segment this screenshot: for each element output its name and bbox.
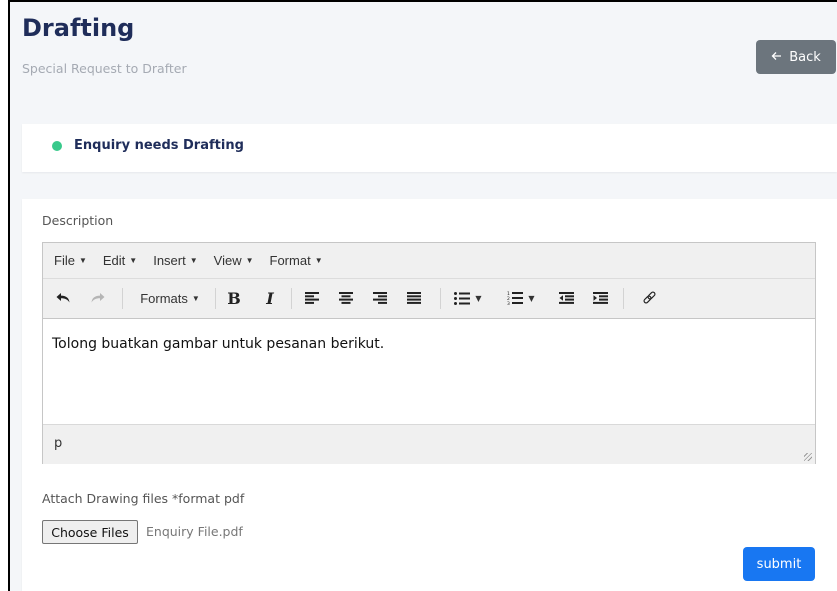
- caret-down-icon: ▼: [78, 256, 87, 265]
- back-button-label: Back: [789, 49, 821, 65]
- drafting-form-card: Description File ▼ Edit ▼ Insert ▼ View ▼ Fo…: [22, 199, 837, 591]
- choose-files-button[interactable]: Choose Files: [42, 520, 138, 544]
- indent-icon[interactable]: [589, 287, 611, 309]
- caret-down-icon: ▼: [245, 256, 254, 265]
- caret-down-icon: ▼: [528, 293, 535, 303]
- caret-down-icon: ▼: [191, 293, 200, 303]
- menu-file[interactable]: File ▼: [43, 253, 95, 268]
- toolbar-separator: [623, 288, 624, 309]
- rich-text-editor: File ▼ Edit ▼ Insert ▼ View ▼ Format ▼ Format…: [42, 242, 816, 464]
- resize-handle-icon[interactable]: [804, 453, 812, 461]
- frame-border-left: [8, 0, 10, 591]
- description-label: Description: [42, 213, 114, 228]
- menu-view[interactable]: View ▼: [206, 253, 262, 268]
- align-right-icon[interactable]: [369, 287, 391, 309]
- menu-format[interactable]: Format ▼: [262, 253, 331, 268]
- status-dot: [52, 141, 62, 151]
- menu-format-label: Format: [269, 253, 311, 268]
- toolbar-separator: [215, 288, 216, 309]
- formats-label: Formats: [140, 290, 188, 306]
- back-button[interactable]: Back: [756, 40, 836, 74]
- bold-icon[interactable]: B: [223, 287, 245, 309]
- status-card: Enquiry needs Drafting: [22, 124, 837, 172]
- redo-icon[interactable]: [87, 287, 109, 309]
- menu-edit[interactable]: Edit ▼: [95, 253, 145, 268]
- editor-toolbar: Formats ▼ B I ▼ 1 2 3 ▼: [43, 279, 815, 319]
- menu-file-label: File: [54, 253, 75, 268]
- numbered-list-icon[interactable]: 123 ▼: [501, 287, 541, 309]
- toolbar-separator: [122, 288, 123, 309]
- editor-text[interactable]: Tolong buatkan gambar untuk pesanan beri…: [52, 336, 384, 352]
- undo-icon[interactable]: [52, 287, 74, 309]
- submit-button[interactable]: submit: [743, 547, 815, 581]
- caret-down-icon: ▼: [189, 256, 198, 265]
- element-path[interactable]: p: [54, 436, 62, 451]
- toolbar-separator: [440, 288, 441, 309]
- svg-text:3: 3: [507, 301, 510, 305]
- menu-edit-label: Edit: [102, 253, 126, 268]
- formats-dropdown[interactable]: Formats ▼: [134, 287, 206, 309]
- caret-down-icon: ▼: [129, 256, 138, 265]
- editor-content[interactable]: Tolong buatkan gambar untuk pesanan beri…: [43, 319, 815, 423]
- editor-statusbar: p: [43, 424, 815, 464]
- italic-icon[interactable]: I: [259, 287, 281, 309]
- align-left-icon[interactable]: [301, 287, 323, 309]
- attach-label: Attach Drawing files *format pdf: [42, 491, 245, 506]
- page-title: Drafting: [22, 14, 135, 42]
- outdent-icon[interactable]: [555, 287, 577, 309]
- toolbar-separator: [291, 288, 292, 309]
- link-icon[interactable]: [638, 287, 660, 309]
- menu-insert-label: Insert: [153, 253, 186, 268]
- menu-insert[interactable]: Insert ▼: [145, 253, 205, 268]
- status-text: Enquiry needs Drafting: [74, 138, 244, 153]
- frame-border-top: [8, 0, 837, 2]
- bullet-list-icon[interactable]: ▼: [448, 287, 488, 309]
- arrow-left-icon: [771, 50, 782, 65]
- align-justify-icon[interactable]: [403, 287, 425, 309]
- align-center-icon[interactable]: [335, 287, 357, 309]
- caret-down-icon: ▼: [475, 293, 482, 303]
- editor-menubar: File ▼ Edit ▼ Insert ▼ View ▼ Format ▼: [43, 243, 815, 279]
- menu-view-label: View: [213, 253, 242, 268]
- caret-down-icon: ▼: [314, 256, 323, 265]
- selected-file-name: Enquiry File.pdf: [146, 524, 243, 539]
- page-subtitle: Special Request to Drafter: [22, 61, 187, 76]
